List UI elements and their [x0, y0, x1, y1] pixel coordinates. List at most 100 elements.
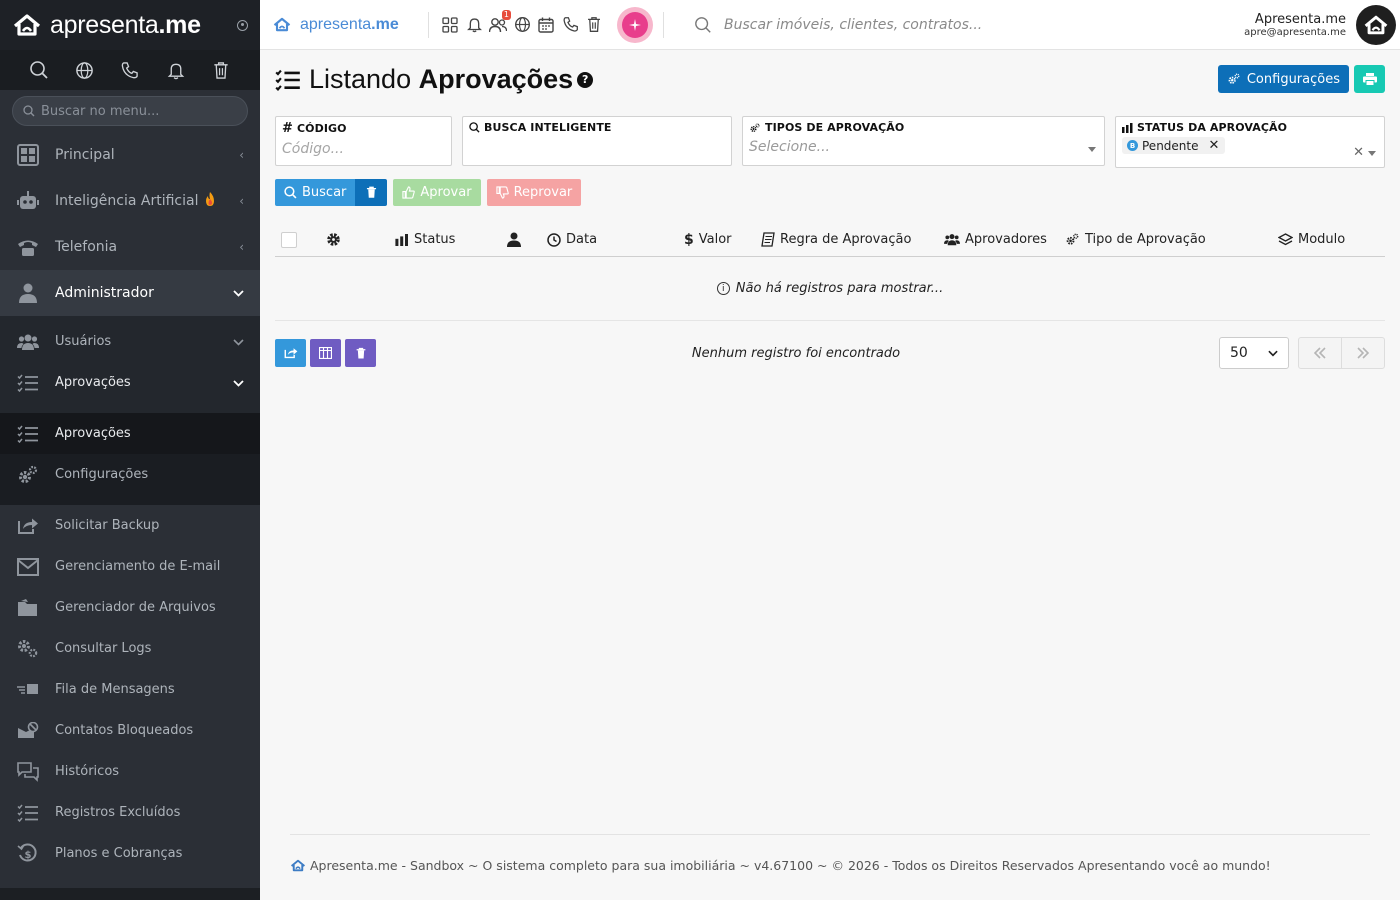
help-icon[interactable]: ?	[577, 71, 594, 88]
table-footer: Nenhum registro foi encontrado 50	[275, 337, 1385, 371]
configuracoes-button[interactable]: Configurações	[1217, 65, 1349, 93]
search-icon	[695, 16, 711, 33]
sidebar-item-usuarios[interactable]: Usuários	[0, 321, 260, 362]
previous-page-button[interactable]	[1299, 338, 1342, 368]
cogs-icon	[16, 463, 40, 487]
cogs-icon	[16, 637, 40, 661]
print-icon	[1362, 72, 1377, 86]
filter-busca-label: Busca Inteligente	[469, 121, 725, 134]
approvals-submenu: Aprovações Configurações	[0, 413, 260, 505]
users-icon	[944, 234, 960, 246]
sidebar-item-arquivos[interactable]: Gerenciador de Arquivos	[0, 587, 260, 628]
topbar-logo[interactable]: apresenta.me	[260, 16, 420, 34]
sidebar-more-items: Solicitar Backup Gerenciamento de E-mail…	[0, 505, 260, 874]
sidebar-item-fila-mensagens[interactable]: Fila de Mensagens	[0, 669, 260, 710]
apresenta-logo-icon	[13, 14, 41, 36]
next-page-button[interactable]	[1342, 338, 1384, 368]
search-button-group: Buscar	[275, 179, 388, 206]
delete-selected-button[interactable]	[345, 339, 376, 367]
avatar[interactable]	[1356, 4, 1396, 45]
sidebar-item-contatos-bloqueados[interactable]: Contatos Bloqueados	[0, 710, 260, 751]
clear-icon[interactable]: ✕	[1353, 145, 1364, 160]
column-tipo[interactable]: Tipo de Aprovação	[1065, 222, 1206, 257]
search-icon[interactable]	[28, 59, 50, 81]
sidebar-item-aprovacoes[interactable]: Aprovações	[0, 413, 260, 454]
sidebar-item-ia[interactable]: Inteligência Artificial ‹	[0, 178, 260, 224]
calendar-icon[interactable]	[537, 16, 555, 34]
user-menu[interactable]: Apresenta.me apre@apresenta.me	[1244, 4, 1400, 45]
sidebar-item-logs[interactable]: Consultar Logs	[0, 628, 260, 669]
user-email: apre@apresenta.me	[1244, 26, 1346, 38]
folder-icon	[16, 596, 40, 620]
admin-submenu: Usuários Aprovações Aprovações Configura…	[0, 316, 260, 505]
double-chevron-left-icon	[1313, 347, 1326, 359]
buscar-button[interactable]: Buscar	[275, 179, 356, 206]
filter-status-aprovacao[interactable]: Status da Aprovação B Pendente ✕ ✕	[1115, 116, 1385, 168]
chevron-down-icon	[233, 286, 244, 300]
status-tag-pendente: B Pendente ✕	[1122, 137, 1226, 154]
users-icon[interactable]: 1	[489, 9, 511, 34]
export-button[interactable]	[275, 339, 306, 367]
sidebar-item-email[interactable]: Gerenciamento de E-mail	[0, 546, 260, 587]
column-user[interactable]	[507, 222, 521, 257]
trash-icon	[366, 186, 376, 198]
empty-table-message: i Não há registros para mostrar...	[275, 257, 1385, 321]
phone-icon[interactable]	[561, 16, 579, 34]
sidebar-search-input[interactable]	[41, 103, 231, 119]
sidebar-item-planos-cobrancas[interactable]: $ Planos e Cobranças	[0, 833, 260, 874]
sidebar-item-configuracoes[interactable]: Configurações	[0, 454, 260, 495]
sidebar-item-historicos[interactable]: Históricos	[0, 751, 260, 792]
column-regra[interactable]: Regra de Aprovação	[761, 222, 911, 257]
topbar-divider	[428, 11, 429, 38]
global-search-input[interactable]	[724, 16, 1144, 33]
codigo-input[interactable]	[282, 141, 445, 157]
gear-icon[interactable]	[326, 232, 341, 247]
sidebar-item-administrador[interactable]: Administrador	[0, 270, 260, 316]
grid-icon[interactable]	[441, 16, 459, 34]
reprovar-button[interactable]: Reprovar	[486, 179, 582, 206]
mail-icon	[16, 555, 40, 579]
sidebar-item-telefonia[interactable]: Telefonia ‹	[0, 224, 260, 270]
page-size-select[interactable]: 50	[1219, 337, 1289, 369]
aprovar-button[interactable]: Aprovar	[393, 179, 481, 206]
sidebar-item-label: Inteligência Artificial	[55, 193, 199, 209]
sidebar-item-aprovacoes-group[interactable]: Aprovações	[0, 362, 260, 403]
column-aprovadores[interactable]: Aprovadores	[944, 222, 1047, 257]
sidebar-item-solicitar-backup[interactable]: Solicitar Backup	[0, 505, 260, 546]
chevron-down-icon	[1088, 147, 1096, 152]
thumbs-down-icon	[495, 186, 509, 199]
pin-sidebar-icon[interactable]	[237, 19, 248, 31]
chevron-left-icon: ‹	[239, 194, 244, 208]
user-icon	[507, 232, 521, 247]
configuracoes-button-label: Configurações	[1246, 71, 1340, 87]
sidebar: apresenta.me Principal ‹ Inteligência Ar…	[0, 0, 260, 900]
header-actions: Configurações	[1217, 65, 1385, 93]
ai-assistant-button[interactable]	[617, 6, 653, 43]
column-modulo[interactable]: Modulo	[1278, 222, 1345, 257]
globe-icon[interactable]	[513, 16, 531, 34]
globe-icon[interactable]	[73, 59, 95, 81]
trash-icon[interactable]	[210, 59, 232, 81]
filter-tipos-aprovacao[interactable]: Tipos de Aprovação Selecione...	[742, 116, 1105, 166]
clock-icon	[547, 232, 561, 247]
column-status[interactable]: Status	[395, 222, 455, 257]
phone-icon[interactable]	[119, 59, 141, 81]
user-names: Apresenta.me apre@apresenta.me	[1244, 12, 1346, 38]
bell-icon[interactable]	[465, 16, 483, 34]
bell-icon[interactable]	[165, 59, 187, 81]
remove-tag-icon[interactable]: ✕	[1209, 138, 1220, 153]
columns-button[interactable]	[310, 339, 341, 367]
sidebar-item-principal[interactable]: Principal ‹	[0, 132, 260, 178]
cogs-icon	[750, 122, 760, 132]
print-button[interactable]	[1354, 65, 1385, 93]
column-valor[interactable]: $ Valor	[684, 222, 732, 257]
main-content: Listando Aprovações ? Configurações # Cód…	[260, 50, 1400, 900]
clear-filters-button[interactable]	[355, 179, 388, 206]
sidebar-item-registros-excluidos[interactable]: Registros Excluídos	[0, 792, 260, 833]
sidebar-brand[interactable]: apresenta.me	[0, 0, 260, 50]
busca-inteligente-input[interactable]	[469, 139, 725, 155]
apresenta-logo-icon	[273, 17, 291, 32]
trash-icon[interactable]	[585, 16, 603, 34]
select-all-checkbox[interactable]	[281, 231, 297, 248]
column-data[interactable]: Data	[547, 222, 597, 257]
